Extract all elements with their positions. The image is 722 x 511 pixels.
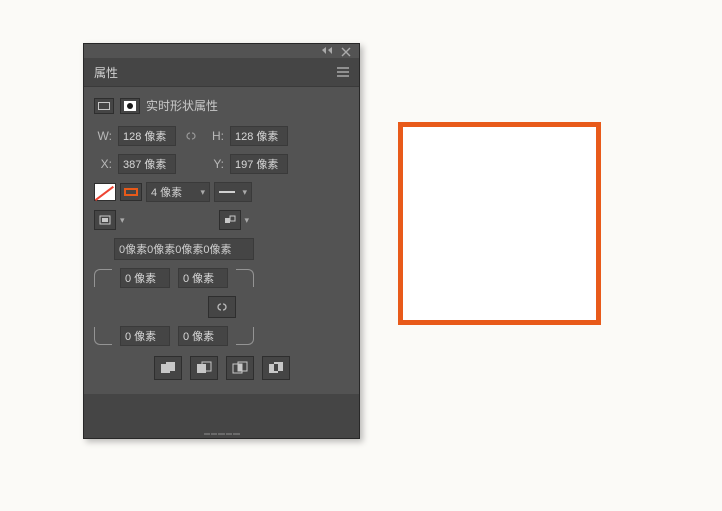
corner-bottom-right-input[interactable]	[178, 326, 228, 346]
top-corners-row	[94, 268, 349, 288]
fill-swatch[interactable]	[94, 183, 116, 201]
combine-unite-button[interactable]	[154, 356, 182, 380]
width-input[interactable]	[118, 126, 176, 146]
combine-subtract-button[interactable]	[190, 356, 218, 380]
chevron-down-icon: ▾	[242, 187, 247, 198]
chevron-down-icon[interactable]: ▾	[245, 215, 250, 226]
panel-tab-bar: 属性	[84, 58, 359, 86]
stroke-align-button[interactable]	[94, 210, 116, 230]
corner-top-left-icon[interactable]	[94, 269, 112, 287]
height-input[interactable]	[230, 126, 288, 146]
panel-footer	[84, 394, 359, 438]
corner-top-right-input[interactable]	[178, 268, 228, 288]
combine-exclude-button[interactable]	[262, 356, 290, 380]
position-row: X: Y:	[94, 154, 349, 174]
stroke-width-select[interactable]: 4 像素 ▾	[146, 182, 210, 202]
link-width-height-icon[interactable]	[182, 129, 200, 143]
collapse-icon[interactable]	[321, 47, 333, 55]
x-input[interactable]	[118, 154, 176, 174]
corner-bottom-left-icon[interactable]	[94, 327, 112, 345]
panel-topbar	[84, 44, 359, 58]
section-title: 实时形状属性	[146, 97, 218, 114]
panel-menu-icon[interactable]	[335, 66, 351, 78]
stroke-more-button[interactable]	[219, 210, 241, 230]
width-label: W:	[94, 129, 112, 143]
size-row: W: H:	[94, 126, 349, 146]
properties-panel: 属性 实时形状属性 W: H: X:	[83, 43, 360, 439]
panel-title[interactable]: 属性	[94, 64, 118, 81]
mask-icon[interactable]	[120, 98, 140, 114]
corners-readout: 0像素0像素0像素0像素	[114, 238, 254, 260]
chevron-down-icon: ▾	[200, 187, 205, 198]
corner-bottom-right-icon[interactable]	[236, 327, 254, 345]
section-header: 实时形状属性	[94, 97, 349, 114]
bottom-corners-row	[94, 326, 349, 346]
chevron-down-icon[interactable]: ▾	[120, 215, 125, 226]
stroke-swatch[interactable]	[120, 183, 142, 201]
shape-bounds-icon[interactable]	[94, 98, 114, 114]
stroke-dash-select[interactable]: ▾	[214, 182, 252, 202]
height-label: H:	[206, 129, 224, 143]
corner-top-right-icon[interactable]	[236, 269, 254, 287]
corner-top-left-input[interactable]	[120, 268, 170, 288]
link-corners-button[interactable]	[208, 296, 236, 318]
combine-intersect-button[interactable]	[226, 356, 254, 380]
shape-preview	[398, 122, 601, 325]
resize-grip-icon[interactable]	[204, 432, 240, 436]
x-label: X:	[94, 157, 112, 171]
stroke-options-row: ▾ ▾	[94, 210, 349, 230]
y-input[interactable]	[230, 154, 288, 174]
close-icon[interactable]	[341, 47, 353, 55]
appearance-row: 4 像素 ▾ ▾	[94, 182, 349, 202]
panel-body: 实时形状属性 W: H: X: Y: 4 像素 ▾	[84, 86, 359, 394]
stroke-width-value: 4 像素	[151, 184, 182, 200]
y-label: Y:	[206, 157, 224, 171]
pathfinder-row	[94, 356, 349, 380]
corner-bottom-left-input[interactable]	[120, 326, 170, 346]
